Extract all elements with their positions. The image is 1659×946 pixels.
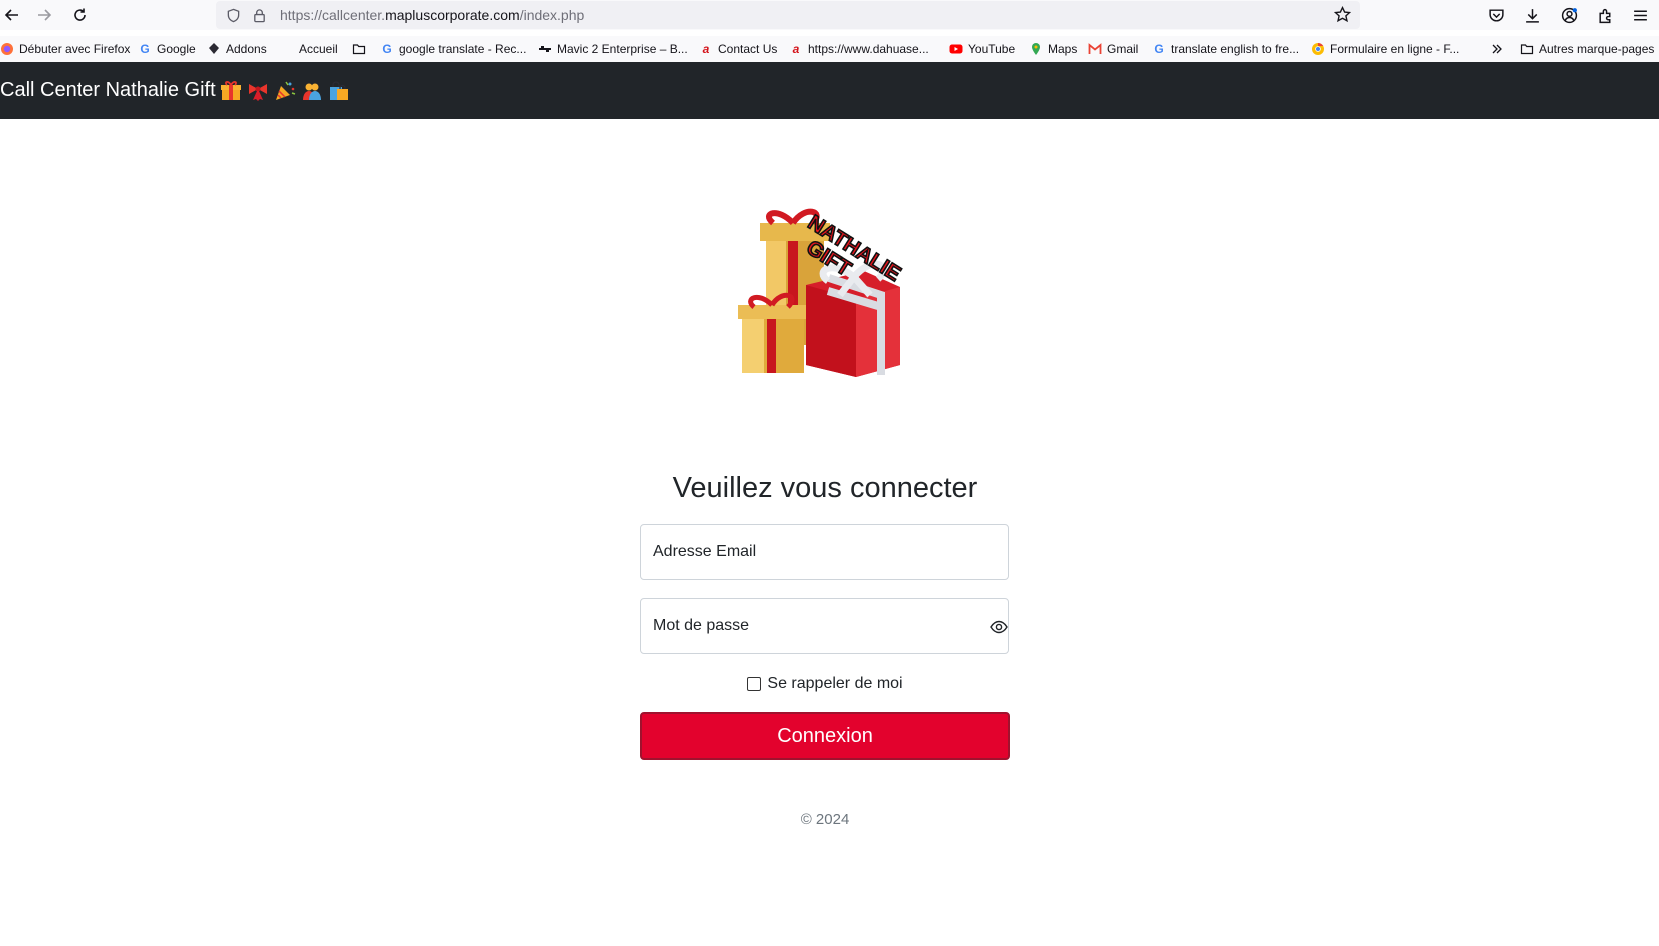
- firefox-icon: [0, 42, 14, 56]
- remember-me-label[interactable]: Se rappeler de moi: [767, 675, 902, 693]
- bookmark-label: Débuter avec Firefox: [19, 42, 131, 56]
- brand-title: Call Center Nathalie Gift: [0, 79, 216, 101]
- lock-icon[interactable]: [250, 6, 268, 24]
- reload-icon[interactable]: [68, 3, 92, 27]
- remember-me[interactable]: Se rappeler de moi: [0, 675, 1650, 693]
- shield-icon[interactable]: [224, 6, 242, 24]
- folder-icon: [1520, 42, 1534, 56]
- other-bookmarks-folder[interactable]: Autres marque-pages: [1520, 41, 1654, 57]
- maps-icon: [1029, 42, 1043, 56]
- bookmark-item[interactable]: YouTube: [949, 41, 1015, 57]
- bookmark-label: Accueil: [299, 42, 338, 56]
- email-field[interactable]: [640, 524, 1009, 580]
- address-bar[interactable]: https://callcenter.mapluscorporate.com/i…: [216, 1, 1360, 29]
- url-domain: mapluscorporate.com: [385, 7, 520, 23]
- bookmark-label: Autres marque-pages: [1539, 42, 1655, 56]
- bookmark-label: Contact Us: [718, 42, 778, 56]
- youtube-icon: [949, 42, 963, 56]
- email-input[interactable]: [641, 525, 953, 579]
- bookmark-label: https://www.dahuase...: [808, 42, 929, 56]
- bookmark-label: Maps: [1048, 42, 1078, 56]
- bookmark-item[interactable]: Mavic 2 Enterprise – B...: [538, 41, 688, 57]
- chrome-icon: [1311, 42, 1325, 56]
- password-input[interactable]: [641, 599, 953, 653]
- url-text[interactable]: https://callcenter.mapluscorporate.com/i…: [280, 7, 584, 23]
- bookmark-label: translate english to fre...: [1171, 42, 1300, 56]
- google-icon: G: [382, 42, 392, 56]
- brand-emojis: [220, 80, 355, 102]
- password-field[interactable]: [640, 598, 1009, 654]
- eye-icon[interactable]: [990, 618, 1008, 636]
- folder-icon: [352, 42, 366, 56]
- navbar-brand[interactable]: Call Center Nathalie Gift: [0, 79, 355, 102]
- google-icon: G: [140, 42, 150, 56]
- bookmark-label: Gmail: [1107, 42, 1139, 56]
- bookmark-item[interactable]: G Google: [138, 41, 196, 57]
- browser-toolbar: https://callcenter.mapluscorporate.com/i…: [0, 0, 1659, 30]
- dahua-icon: a: [792, 42, 800, 56]
- app-navbar: Call Center Nathalie Gift: [0, 62, 1659, 119]
- hugging-people-icon: [302, 83, 321, 100]
- dji-icon: [538, 42, 552, 56]
- bookmark-item[interactable]: G google translate - Rec...: [380, 41, 526, 57]
- bookmark-item[interactable]: Addons: [207, 41, 267, 57]
- bookmark-label: Mavic 2 Enterprise – B...: [557, 42, 688, 56]
- url-prefix: https://callcenter.: [280, 7, 386, 23]
- nathalie-gift-logo: NATHALIE GIFT: [736, 205, 936, 385]
- bookmark-label: Google: [157, 42, 196, 56]
- bookmarks-bar: Débuter avec Firefox G Google Addons Acc…: [0, 36, 1659, 62]
- gift-icon: [220, 80, 241, 100]
- pocket-icon[interactable]: [1484, 3, 1508, 27]
- party-popper-icon: [275, 81, 295, 100]
- bookmark-item[interactable]: G translate english to fre...: [1152, 41, 1299, 57]
- bookmarks-overflow-chevron-icon[interactable]: [1490, 41, 1504, 57]
- google-icon: G: [1154, 42, 1164, 56]
- bookmark-item[interactable]: a https://www.dahuase...: [789, 41, 929, 57]
- menu-icon[interactable]: [1628, 3, 1652, 27]
- remember-me-checkbox[interactable]: [747, 677, 762, 691]
- bookmark-item[interactable]: Débuter avec Firefox: [0, 41, 130, 57]
- extensions-icon[interactable]: [1593, 3, 1617, 27]
- back-arrow-icon[interactable]: [0, 3, 24, 27]
- bookmark-label: google translate - Rec...: [399, 42, 527, 56]
- bookmark-label: Addons: [226, 42, 267, 56]
- shopping-bags-icon: [329, 80, 348, 100]
- account-icon[interactable]: [1557, 3, 1581, 27]
- login-button[interactable]: Connexion: [640, 712, 1010, 760]
- dahua-icon: a: [702, 42, 710, 56]
- copyright-text: © 2024: [800, 811, 850, 828]
- bookmark-item[interactable]: Gmail: [1088, 41, 1138, 57]
- bookmark-item[interactable]: Formulaire en ligne - F...: [1311, 41, 1459, 57]
- bookmark-item[interactable]: a Contact Us: [699, 41, 778, 57]
- url-path: /index.php: [519, 7, 585, 23]
- bookmark-label: YouTube: [968, 42, 1016, 56]
- forward-arrow-icon[interactable]: [32, 3, 56, 27]
- ribbon-icon: [248, 83, 267, 101]
- gmail-icon: [1088, 42, 1102, 56]
- bookmark-item[interactable]: Accueil: [299, 41, 338, 57]
- bookmark-label: Formulaire en ligne - F...: [1330, 42, 1460, 56]
- download-icon[interactable]: [1520, 3, 1544, 27]
- bookmark-star-icon[interactable]: [1333, 5, 1352, 24]
- bookmark-item[interactable]: Maps: [1029, 41, 1077, 57]
- bookmark-item[interactable]: [352, 41, 371, 57]
- page-title: Veuillez vous connecter: [672, 472, 978, 504]
- addons-icon: [207, 42, 221, 56]
